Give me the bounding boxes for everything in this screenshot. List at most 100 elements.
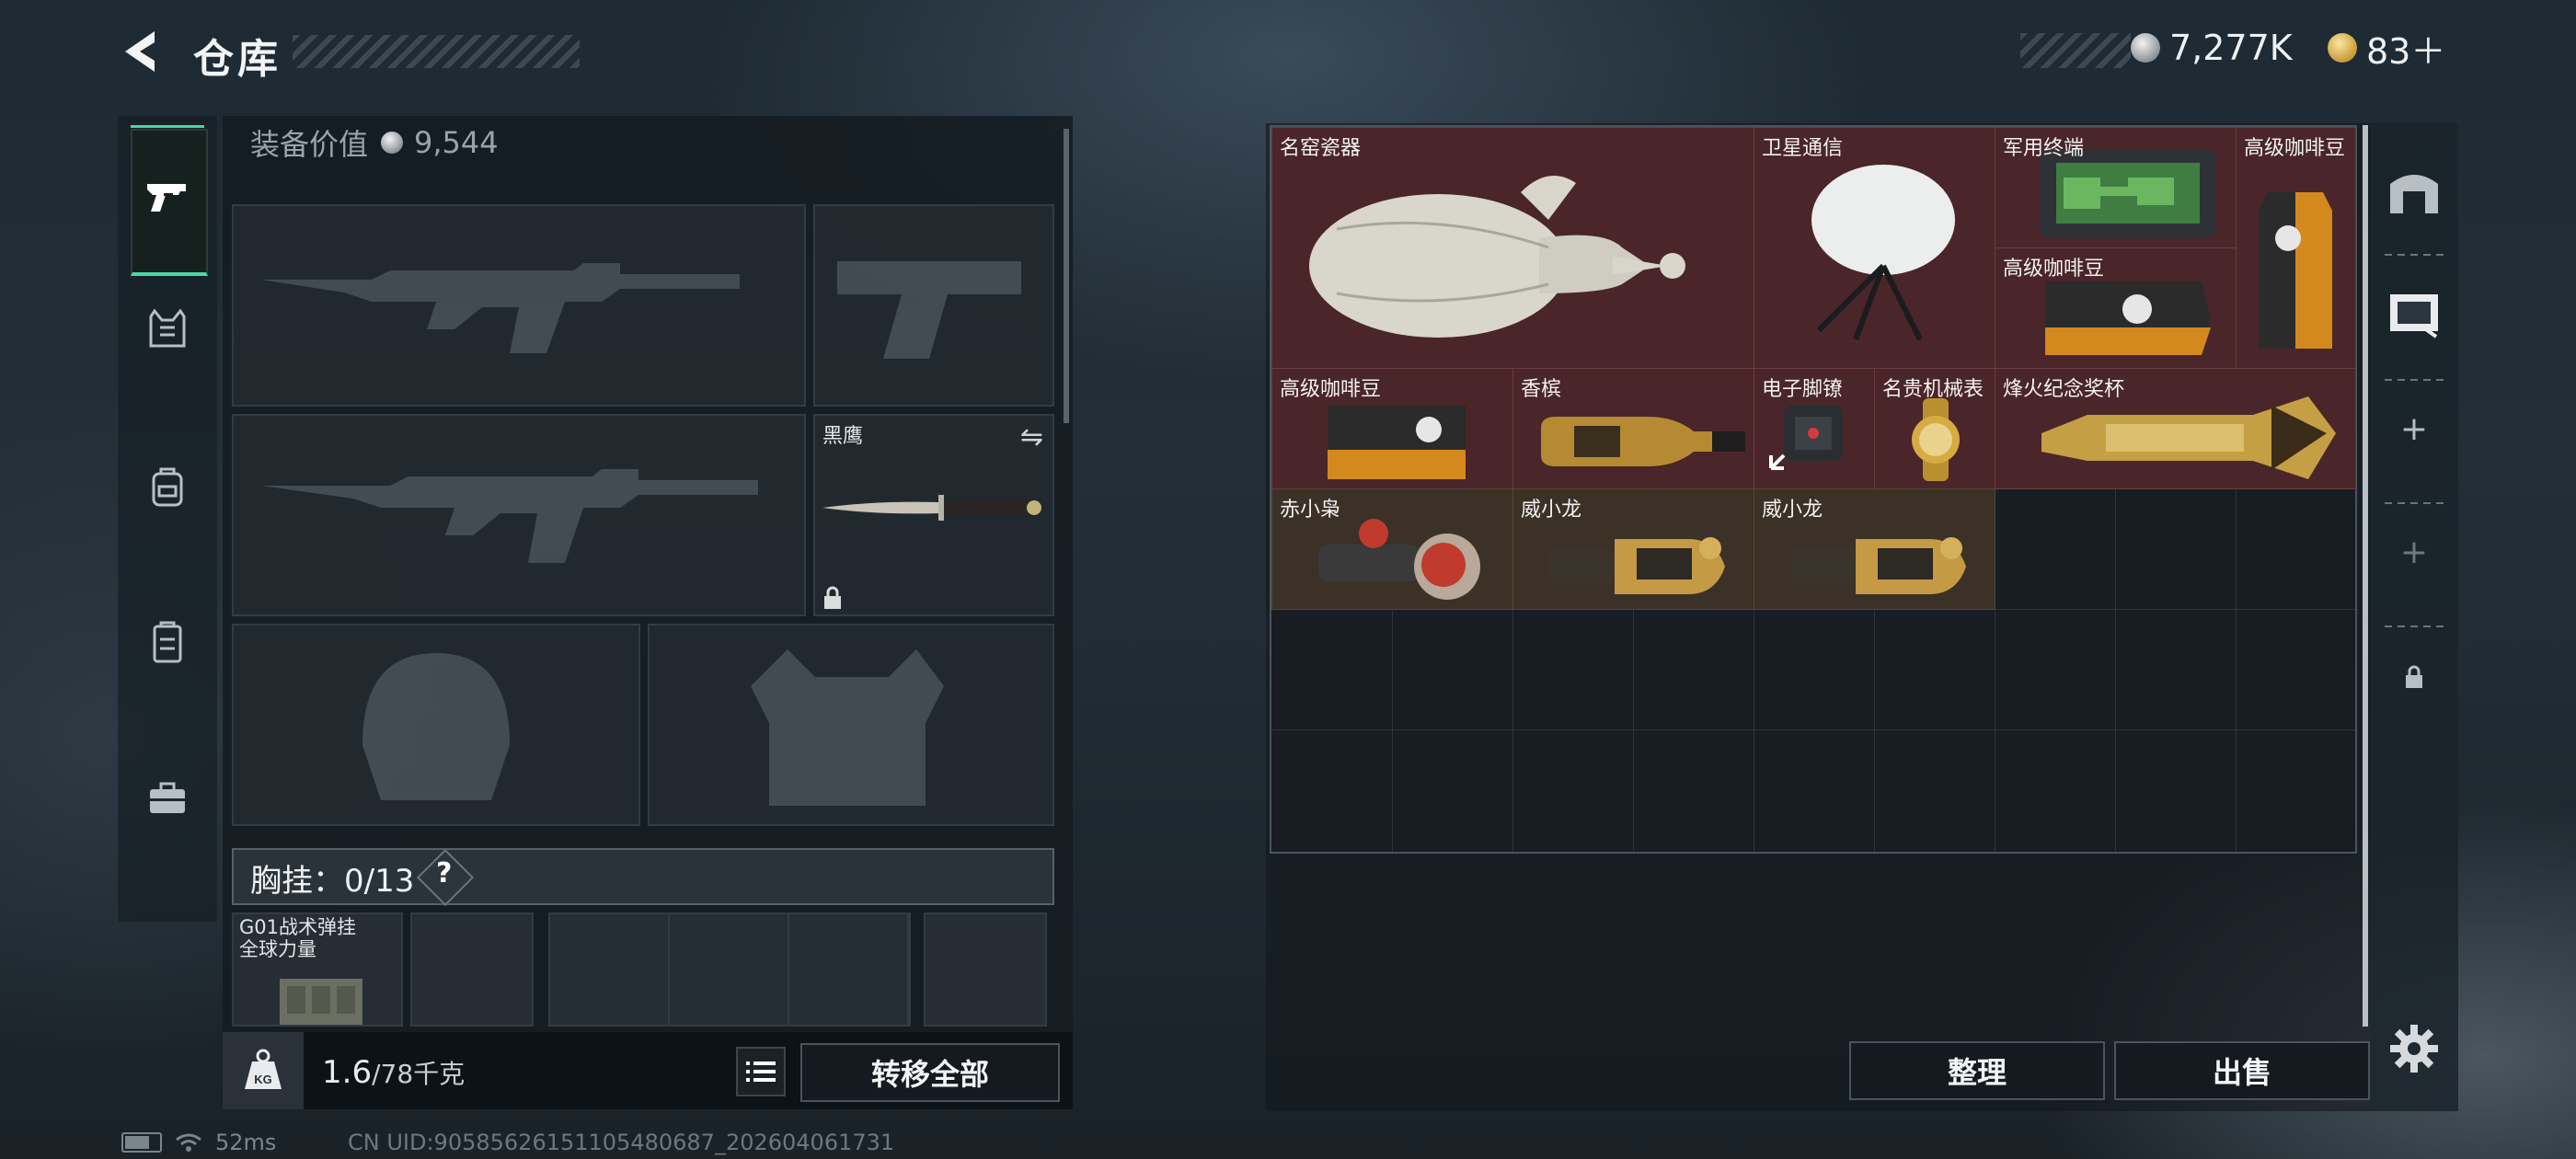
silver-coin-icon [2131,33,2160,63]
storage-tab-main[interactable] [2383,162,2445,217]
weight-max: /78千克 [372,1059,466,1089]
storage-item[interactable]: 威小龙 [1512,488,1754,610]
primary-weapon-slot[interactable] [232,204,806,407]
list-icon [746,1061,776,1082]
melee-weapon-name: 黑鹰 [822,425,864,448]
back-arrow-icon[interactable] [118,28,164,75]
chest-rig-icon [280,979,362,1025]
storage-item[interactable]: 高级咖啡豆 [1271,368,1513,489]
silver-currency[interactable]: 7,277K [2131,28,2293,68]
title-decoration [293,35,580,68]
rig-pocket-slot[interactable] [410,912,534,1027]
equipment-scrollbar[interactable] [1064,129,1069,423]
category-sidebar [118,116,217,922]
champagne-icon [1541,417,1745,466]
transfer-all-button[interactable]: 转移全部 [800,1043,1060,1102]
sidebar-item-container[interactable] [132,607,202,677]
melee-weapon-slot[interactable]: 黑鹰 ⇋ [813,414,1054,616]
gold-currency[interactable]: 83＋ [2328,28,2445,72]
lock-icon [824,586,841,609]
sell-button[interactable]: 出售 [2114,1041,2370,1100]
item-name: 高级咖啡豆 [2244,137,2346,160]
sidebar-item-briefcase[interactable] [132,763,202,833]
secondary-rifle-slot[interactable] [232,414,806,616]
page-title: 仓库 [193,36,282,83]
gold-amount: 83＋ [2366,30,2446,72]
coffee-bag-icon [1328,406,1466,479]
owl-figure-icon [1318,519,1480,600]
item-name: 电子脚镣 [1762,378,1844,401]
coffee-bag-icon [2045,281,2211,355]
secondary-weapon-slot[interactable] [813,204,1054,407]
pistol-silhouette-icon [837,261,1021,359]
container-icon [153,621,182,663]
sidebar-item-armor[interactable] [132,294,202,364]
armor-slot[interactable] [648,624,1054,826]
rifle-silhouette-icon [261,263,740,353]
battery-icon [121,1132,162,1153]
item-name: 香槟 [1521,378,1562,401]
item-name: 军用终端 [2003,137,2085,160]
chest-rig-capacity: 胸挂：0/13 [250,863,415,900]
gear-icon[interactable] [2388,1023,2440,1074]
item-name: 卫星通信 [1762,137,1844,160]
wifi-icon [176,1133,201,1152]
storage-item[interactable]: 军用终端 [1995,127,2237,248]
silver-coin-icon [381,132,404,154]
weight-kg-icon: KG [245,1049,282,1089]
rifle-silhouette-icon [261,469,758,563]
storage-item[interactable]: 高级咖啡豆 [1995,247,2237,369]
gauntlet-icon [1791,537,1966,594]
storage-tab-secondary[interactable] [2383,285,2445,340]
storage-item[interactable]: 电子脚镣 [1754,368,1875,489]
gold-coin-icon [2328,33,2357,63]
item-name: 名贵机械表 [1882,378,1984,401]
watch-icon [1912,398,1960,481]
item-name: 威小龙 [1762,499,1823,522]
storage-item[interactable]: 高级咖啡豆 [2236,127,2356,369]
weight-readout: 1.6/78千克 [322,1054,465,1091]
chest-rig-slot[interactable]: G01战术弹挂 全球力量 [232,912,403,1027]
storage-item[interactable]: 威小龙 [1754,488,1995,610]
storage-item[interactable]: 名贵机械表 [1874,368,1995,489]
item-name: 高级咖啡豆 [2003,258,2105,281]
storage-grid: 名窑瓷器 卫星通信 军用终端 高级咖啡豆 高级咖啡豆 高级咖啡豆 香槟 电子脚镣… [1270,125,2357,854]
sort-button[interactable]: 整理 [1849,1041,2105,1100]
rig-item-name: G01战术弹挂 全球力量 [239,916,356,960]
list-view-button[interactable] [736,1047,786,1096]
briefcase-icon [150,782,185,813]
rig-item-brand-line: 全球力量 [239,938,316,960]
trophy-icon [2041,396,2336,479]
lock-icon [2406,665,2422,688]
help-question-icon: ? [436,857,453,889]
porcelain-vase-icon [1309,176,1685,338]
storage-scrollbar[interactable] [2363,125,2368,1027]
storage-item[interactable]: 烽火纪念奖杯 [1995,368,2356,489]
storage-tabs-dock: + + [2370,123,2458,1111]
active-indicator-top [131,125,204,128]
equipment-value-label: 装备价值 [250,127,369,162]
warehouse-icon [2390,175,2438,213]
equipment-value: 装备价值 9,544 [250,121,499,164]
storage-item[interactable]: 赤小枭 [1271,488,1513,610]
user-id: CN UID:90585626151105480687_202604061731 [348,1130,895,1155]
item-name: 赤小枭 [1280,499,1341,522]
helmet-slot[interactable] [232,624,640,826]
item-name: 名窑瓷器 [1280,137,1362,160]
satellite-dish-icon [1811,165,1955,341]
weight-current: 1.6 [322,1054,373,1091]
storage-item[interactable]: 名窑瓷器 [1271,127,1754,369]
add-storage-tab-icon[interactable]: + [2383,401,2445,456]
ping-value: 52ms [215,1130,277,1155]
locked-tab [2383,649,2445,705]
storage-item[interactable]: 香槟 [1512,368,1754,489]
swap-icon[interactable]: ⇋ [1020,421,1043,453]
storage-item[interactable]: 卫星通信 [1754,127,1995,369]
rig-pocket-slot[interactable] [924,912,1047,1027]
ankle-monitor-icon [1769,406,1843,470]
item-name: 威小龙 [1521,499,1582,522]
rig-pocket-slot[interactable] [548,912,911,1027]
helmet-silhouette-icon [362,653,510,800]
pistol-icon [132,162,202,232]
sidebar-item-backpack[interactable] [132,453,202,522]
